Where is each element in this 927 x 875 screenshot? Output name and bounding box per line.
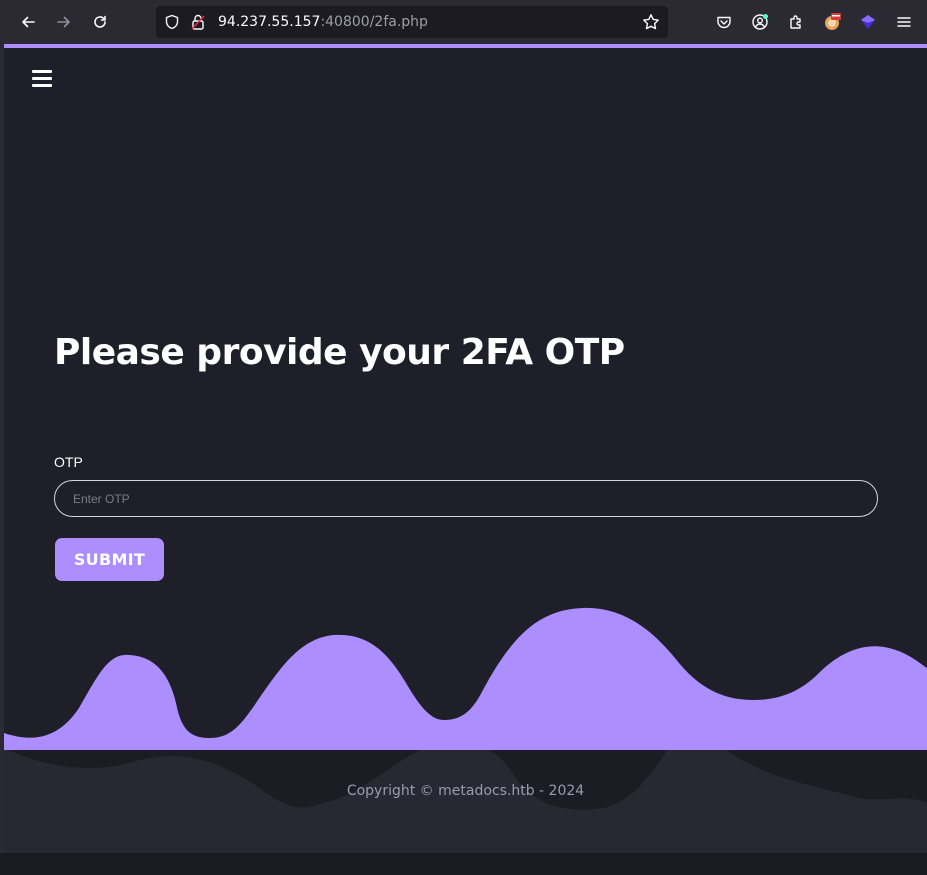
url-path: :40800/2fa.php (320, 14, 428, 30)
insecure-lock-icon[interactable] (190, 13, 206, 35)
puzzle-icon[interactable] (782, 8, 810, 36)
wave-accent (4, 607, 927, 750)
copyright-text: Copyright © metadocs.htb - 2024 (346, 783, 585, 799)
shield-icon[interactable] (164, 14, 180, 34)
extension-icon[interactable] (854, 8, 882, 36)
account-icon[interactable] (746, 8, 774, 36)
url-host: 94.237.55.157 (218, 14, 321, 30)
url-text[interactable]: 94.237.55.157:40800/2fa.php (218, 14, 428, 30)
page: Please provide your 2FA OTP OTP SUBMIT C… (4, 48, 927, 853)
back-arrow-icon[interactable] (14, 8, 42, 36)
url-bar[interactable]: 94.237.55.157:40800/2fa.php (156, 6, 668, 38)
extension-icon[interactable] (818, 8, 846, 36)
forward-arrow-icon[interactable] (50, 8, 78, 36)
reload-icon[interactable] (86, 8, 114, 36)
hamburger-icon[interactable] (890, 8, 918, 36)
bottom-bar (0, 853, 927, 875)
star-icon[interactable] (642, 13, 660, 35)
browser-toolbar: 94.237.55.157:40800/2fa.php (0, 0, 927, 44)
wave-decoration (4, 607, 927, 853)
pocket-icon[interactable] (710, 8, 738, 36)
